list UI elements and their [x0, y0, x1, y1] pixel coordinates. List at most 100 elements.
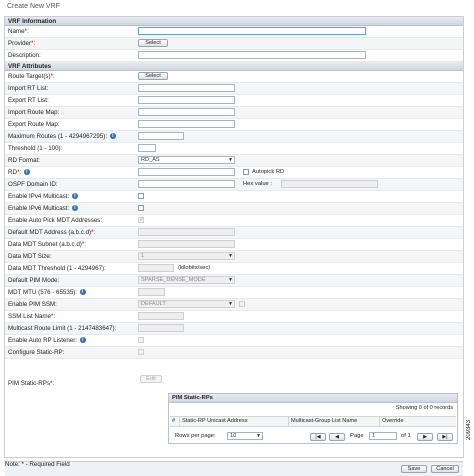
configure-static-rp-checkbox[interactable] — [138, 349, 144, 355]
rd-input[interactable] — [138, 168, 235, 176]
export-route-map-input[interactable] — [138, 120, 235, 128]
cancel-button[interactable]: Cancel — [431, 465, 459, 473]
previous-page-icon[interactable]: ◀ — [329, 433, 345, 441]
data-mdt-subnet-input[interactable] — [138, 240, 235, 248]
row-enable-auto-rp-listener: Enable Auto RP Listener: i — [5, 335, 463, 347]
kilobits-label: (kilobits/sec) — [178, 265, 211, 271]
action-bar: Save Cancel — [5, 461, 463, 476]
section-vrf-information: VRF Information — [5, 17, 463, 26]
provider-select-button[interactable]: Select — [138, 39, 168, 47]
ssm-list-name-label: SSM List Name — [8, 313, 51, 320]
maximum-routes-label: Maximum Routes (1 - 4294967295): — [8, 133, 108, 140]
threshold-input[interactable] — [138, 144, 156, 152]
column-header-static-rp[interactable]: Static-RP Unicast Address — [179, 417, 248, 426]
save-button[interactable]: Save — [401, 465, 427, 473]
page-number-input[interactable]: 1 — [369, 432, 397, 440]
row-default-mdt-address: Default MDT Address (a.b.c.d)*: — [5, 227, 463, 239]
export-rt-list-input[interactable] — [138, 96, 235, 104]
page-total-label: of 1 — [401, 433, 411, 439]
column-header-override[interactable]: Override — [379, 417, 403, 426]
enable-pim-ssm-checkbox[interactable] — [239, 301, 245, 307]
export-route-map-label: Export Route Map: — [8, 121, 60, 128]
ssm-list-name-input[interactable] — [138, 312, 184, 320]
enable-auto-rp-listener-label: Enable Auto RP Listener: — [8, 337, 78, 344]
records-count: Showing 0 of 0 records — [395, 405, 453, 411]
required-marker: * — [50, 313, 54, 320]
enable-ipv4-multicast-checkbox[interactable] — [138, 193, 144, 199]
row-pim-static-rps: PIM Static-RPs*: Edit — [5, 359, 463, 395]
mdt-mtu-input[interactable] — [138, 288, 165, 296]
first-page-icon[interactable]: |◀ — [310, 433, 326, 441]
default-pim-mode-label: Default PIM Mode: — [8, 277, 60, 284]
enable-auto-pick-mdt-checkbox[interactable]: ✓ — [138, 217, 144, 223]
row-enable-pim-ssm: Enable PIM SSM: DEFAULT ▼ — [5, 299, 463, 311]
export-rt-list-label: Export RT List: — [8, 97, 49, 104]
data-mdt-size-select[interactable]: 1 ▼ — [138, 252, 235, 260]
next-page-icon[interactable]: ▶ — [417, 433, 433, 441]
row-export-route-map: Export Route Map: — [5, 119, 463, 131]
rd-label: RD — [8, 169, 17, 176]
info-icon[interactable]: i — [109, 133, 116, 139]
default-pim-mode-value: SPARSE_DENSE_MODE — [141, 277, 206, 283]
configure-static-rp-label: Configure Static-RP: — [8, 349, 65, 356]
enable-pim-ssm-select[interactable]: DEFAULT ▼ — [138, 300, 235, 308]
provider-label: Provider — [8, 40, 32, 47]
row-provider: Provider*: Select — [5, 38, 463, 50]
row-enable-ipv4-multicast: Enable IPv4 Multicast: i — [5, 191, 463, 203]
data-mdt-subnet-label: Data MDT Subnet (a.b.c.d) — [8, 241, 82, 248]
info-icon[interactable]: i — [71, 193, 78, 199]
row-default-pim-mode: Default PIM Mode: SPARSE_DENSE_MODE ▼ — [5, 275, 463, 287]
default-mdt-address-input[interactable] — [138, 228, 235, 236]
autopick-rd-label: Autopick RD — [252, 169, 285, 175]
row-import-route-map: Import Route Map: — [5, 107, 463, 119]
row-data-mdt-size: Data MDT Size: 1 ▼ — [5, 251, 463, 263]
import-route-map-input[interactable] — [138, 108, 235, 116]
chevron-down-icon: ▼ — [228, 301, 233, 307]
rd-format-value: RD_AS — [141, 157, 160, 163]
rd-format-label: RD Format: — [8, 157, 40, 164]
chevron-down-icon: ▼ — [256, 433, 261, 439]
info-icon[interactable]: i — [79, 289, 86, 295]
ospf-domain-id-label: OSPF Domain ID: — [8, 181, 58, 188]
vrf-form: VRF Information Name*: Provider*: Select… — [4, 16, 464, 476]
maximum-routes-input[interactable] — [138, 132, 184, 140]
name-input[interactable] — [138, 27, 366, 35]
mdt-mtu-label: MDT MTU (576 - 65535): — [8, 289, 77, 296]
row-ospf-domain-id: OSPF Domain ID: Hex value : — [5, 179, 463, 191]
pim-static-rps-label: PIM Static-RPs — [8, 380, 50, 387]
route-targets-label: Route Target(s) — [8, 73, 51, 80]
row-route-targets: Route Target(s)*: Select — [5, 71, 463, 83]
autopick-rd-checkbox[interactable] — [243, 169, 249, 175]
required-marker: * — [31, 40, 34, 47]
last-page-icon[interactable]: ▶| — [437, 433, 453, 441]
multicast-route-limit-label: Multicast Route Limit (1 - 2147483647): — [8, 325, 117, 332]
info-icon[interactable]: i — [71, 205, 78, 211]
hex-value-input[interactable] — [281, 180, 378, 188]
import-route-map-label: Import Route Map: — [8, 109, 60, 116]
import-rt-list-input[interactable] — [138, 84, 235, 92]
pim-table-title: PIM Static-RPs — [169, 394, 457, 403]
multicast-route-limit-input[interactable] — [138, 324, 184, 332]
edit-button[interactable]: Edit — [140, 375, 162, 383]
description-input[interactable] — [138, 51, 366, 59]
ospf-domain-id-input[interactable] — [138, 180, 235, 188]
chevron-down-icon: ▼ — [228, 157, 233, 163]
enable-ipv6-multicast-checkbox[interactable] — [138, 205, 144, 211]
row-ssm-list-name: SSM List Name*: — [5, 311, 463, 323]
info-icon[interactable]: i — [23, 169, 30, 175]
data-mdt-threshold-input[interactable] — [138, 264, 174, 272]
route-targets-select-button[interactable]: Select — [138, 72, 168, 80]
hex-value-label: Hex value : — [243, 181, 272, 187]
pim-static-rps-table: PIM Static-RPs Showing 0 of 0 records # … — [168, 393, 458, 444]
row-threshold: Threshold (1 - 100): — [5, 143, 463, 155]
rows-per-page-select[interactable]: 10 ▼ — [227, 432, 263, 440]
table-header: # Static-RP Unicast Address Multicast-Gr… — [170, 416, 456, 427]
enable-auto-rp-listener-checkbox[interactable] — [138, 337, 144, 343]
info-icon[interactable]: i — [79, 337, 86, 343]
data-mdt-threshold-label: Data MDT Threshold (1 - 4294967): — [8, 265, 106, 272]
default-pim-mode-select[interactable]: SPARSE_DENSE_MODE ▼ — [138, 276, 235, 284]
import-rt-list-label: Import RT List: — [8, 85, 49, 92]
row-data-mdt-subnet: Data MDT Subnet (a.b.c.d)*: — [5, 239, 463, 251]
column-header-multicast-group[interactable]: Multicast-Group List Name — [288, 417, 357, 426]
rd-format-select[interactable]: RD_AS ▼ — [138, 156, 235, 164]
